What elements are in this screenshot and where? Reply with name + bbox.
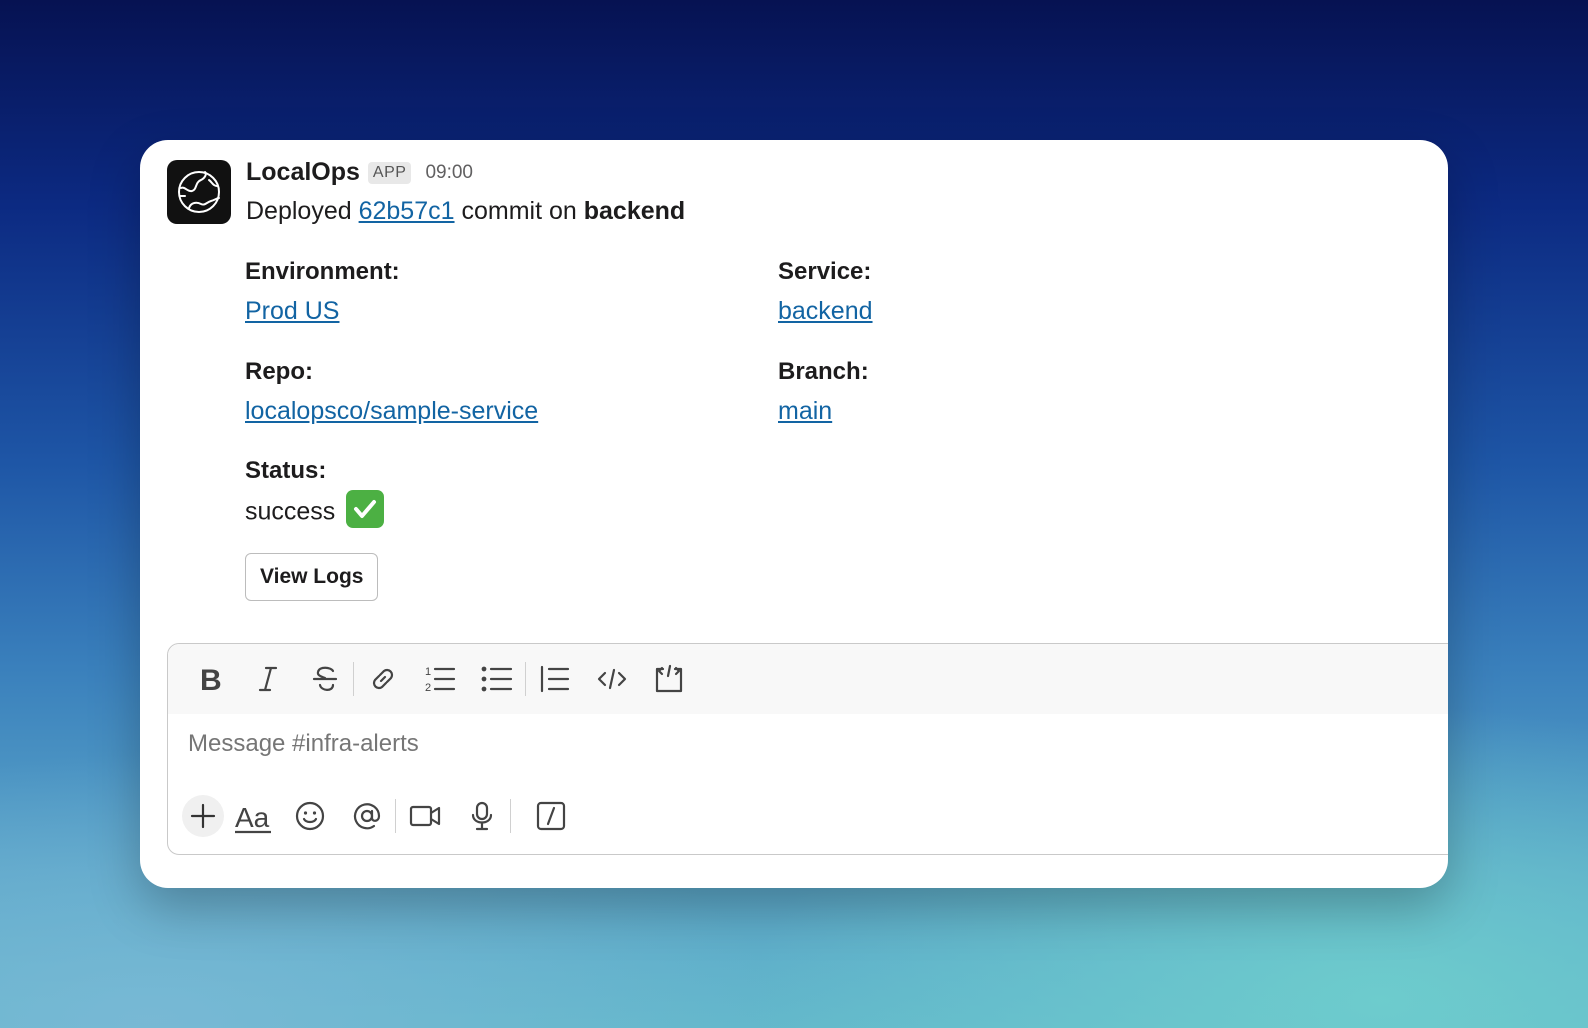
link-icon[interactable] <box>354 657 411 701</box>
status-value: success <box>245 497 336 526</box>
service-link[interactable]: backend <box>778 297 873 325</box>
view-logs-button[interactable]: View Logs <box>245 553 379 601</box>
app-avatar[interactable] <box>167 160 231 224</box>
formatting-toolbar: B 12 <box>168 644 1448 714</box>
plus-icon[interactable] <box>182 795 224 837</box>
check-mark-icon <box>346 490 385 528</box>
message-prefix: Deployed <box>246 197 352 225</box>
slash-command-icon[interactable] <box>511 794 591 838</box>
service-label: Service: <box>778 258 872 285</box>
svg-text:B: B <box>200 665 222 693</box>
mention-icon[interactable] <box>338 794 395 838</box>
field-environment: Environment: Prod US <box>245 257 400 327</box>
branch-link[interactable]: main <box>778 397 832 425</box>
environment-label: Environment: <box>245 258 400 285</box>
field-branch: Branch: main <box>778 357 869 427</box>
commit-link[interactable]: 62b57c1 <box>359 197 455 225</box>
branch-label: Branch: <box>778 358 869 385</box>
svg-text:1: 1 <box>425 666 431 678</box>
status-label: Status: <box>245 457 327 484</box>
environment-link[interactable]: Prod US <box>245 297 339 325</box>
blockquote-icon[interactable] <box>526 657 583 701</box>
sender-name[interactable]: LocalOps <box>246 158 360 187</box>
svg-text:Aa: Aa <box>235 802 270 833</box>
italic-icon[interactable] <box>239 657 296 701</box>
field-repo: Repo: localopsco/sample-service <box>245 357 538 427</box>
message-text: Deployed 62b57c1 commit on backend <box>246 197 685 226</box>
message-composer: B 12 Message #infra-alerts Aa <box>167 643 1448 855</box>
microphone-icon[interactable] <box>453 794 510 838</box>
strikethrough-icon[interactable] <box>296 657 353 701</box>
video-icon[interactable] <box>396 794 453 838</box>
code-block-icon[interactable] <box>640 657 697 701</box>
service-name: backend <box>583 197 686 225</box>
code-icon[interactable] <box>583 657 640 701</box>
field-service: Service: backend <box>778 257 873 327</box>
bulleted-list-icon[interactable] <box>468 657 525 701</box>
composer-actions: Aa <box>182 794 591 838</box>
field-status: Status: success <box>245 456 385 532</box>
globe-icon <box>178 171 220 213</box>
message-card: LocalOps APP 09:00 Deployed 62b57c1 comm… <box>140 140 1448 888</box>
message-middle: commit on <box>461 197 577 225</box>
app-badge: APP <box>367 161 412 184</box>
message-input[interactable]: Message #infra-alerts <box>188 730 419 758</box>
repo-label: Repo: <box>245 358 313 385</box>
svg-text:2: 2 <box>425 682 431 694</box>
emoji-icon[interactable] <box>281 794 338 838</box>
timestamp[interactable]: 09:00 <box>425 162 473 184</box>
ordered-list-icon[interactable]: 12 <box>411 657 468 701</box>
bold-icon[interactable]: B <box>182 657 239 701</box>
formatting-icon[interactable]: Aa <box>224 794 281 838</box>
message-header: LocalOps APP 09:00 <box>246 158 473 187</box>
repo-link[interactable]: localopsco/sample-service <box>245 397 538 425</box>
